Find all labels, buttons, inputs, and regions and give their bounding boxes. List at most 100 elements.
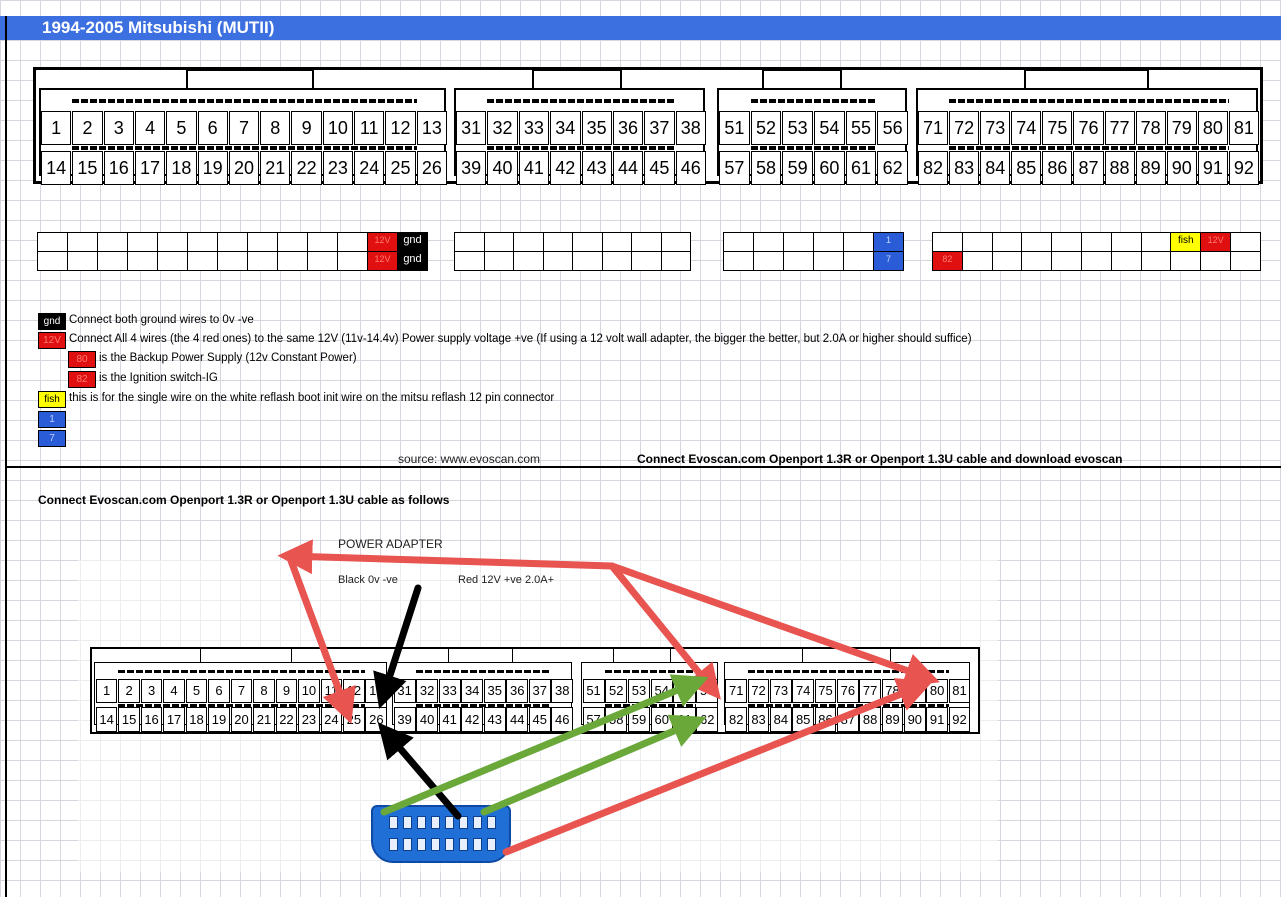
- pin-label: 9: [282, 683, 291, 699]
- pin-label: 76: [840, 683, 856, 699]
- pin-label: 59: [787, 157, 808, 178]
- grid-2-r2-c8: [660, 251, 691, 271]
- pin-label: 20: [233, 157, 254, 178]
- pin-label: 46: [555, 712, 570, 727]
- top-pin-1: 1: [41, 111, 72, 145]
- grid-3-r1-c4: [813, 232, 844, 252]
- bot-pin-51: 51: [582, 678, 605, 703]
- grid-2-r2-c6: [601, 251, 632, 271]
- pin-label: 44: [510, 712, 525, 727]
- top-pin-24: 24: [354, 151, 385, 185]
- pin-label: 77: [862, 683, 878, 699]
- pin-label: 35: [487, 683, 502, 699]
- black-wire-label: Black 0v -ve: [338, 574, 398, 586]
- pin-label: 10: [301, 683, 317, 699]
- top-pin-92: 92: [1228, 151, 1259, 185]
- obd-pin: [445, 816, 454, 829]
- grid-4-r2-c4: [1021, 251, 1053, 271]
- pin-label: 22: [279, 712, 294, 727]
- pin-label: 82: [728, 712, 744, 727]
- top-pin-72: 72: [949, 111, 980, 145]
- pin-label: 32: [492, 117, 513, 138]
- grid-1-r1-c1: [37, 232, 68, 252]
- pin-label: 5: [192, 683, 201, 699]
- bot-key-2: [416, 669, 552, 673]
- grid-1-r1-c7: [217, 232, 248, 252]
- top-pin-56: 56: [877, 111, 908, 145]
- top-key-2: [487, 99, 676, 103]
- bot-pin-40: 40: [416, 707, 439, 732]
- grid-cell-label: 82: [942, 254, 953, 264]
- grid-2-r1-c2: [483, 232, 514, 252]
- pin-label: 3: [113, 117, 124, 138]
- top-pin-43: 43: [581, 151, 612, 185]
- bot-pin-11: 11: [320, 678, 343, 703]
- pin-label: 12: [346, 683, 362, 699]
- top-pin-15: 15: [72, 151, 103, 185]
- grid-cell-label: 12V: [374, 254, 391, 264]
- top-pin-36: 36: [612, 111, 644, 145]
- pin-label: 40: [492, 157, 513, 178]
- pin-label: 25: [346, 712, 362, 727]
- bot-pin-85: 85: [792, 707, 814, 732]
- grid-2-r1-c3: [513, 232, 544, 252]
- pin-label: 62: [699, 712, 715, 727]
- pin-label: 72: [954, 117, 975, 138]
- grid-4-r1-c1: [932, 232, 963, 252]
- top-pin-80: 80: [1197, 111, 1228, 145]
- grid-2-r2-c1: [454, 251, 485, 271]
- legend-80-swatch: 80: [68, 351, 96, 368]
- pin-label: 18: [171, 157, 192, 178]
- bot-pin-84: 84: [770, 707, 792, 732]
- grid-4-r1-c2: [961, 232, 993, 252]
- legend-fish-swatch: fish: [38, 391, 66, 408]
- top-key-mid-4: [949, 146, 1229, 150]
- pin-label: 45: [532, 712, 547, 727]
- top-pin-34: 34: [550, 111, 581, 145]
- top-pin-77: 77: [1104, 111, 1135, 145]
- top-pin-54: 54: [814, 111, 845, 145]
- pin-label: 1: [102, 683, 111, 699]
- top-pin-59: 59: [782, 151, 813, 185]
- bot-pin-36: 36: [506, 678, 529, 703]
- pin-label: 85: [795, 712, 811, 727]
- bot-pin-18: 18: [185, 707, 208, 732]
- bot-pin-80: 80: [926, 678, 948, 703]
- top-pin-6: 6: [197, 111, 228, 145]
- top-pin-21: 21: [260, 151, 291, 185]
- pin-label: 56: [699, 683, 715, 699]
- grid-1-r1-c3: [97, 232, 128, 252]
- pin-label: 52: [609, 683, 624, 699]
- pin-label: 42: [464, 712, 480, 727]
- top-key-4: [949, 99, 1229, 103]
- pin-label: 6: [207, 117, 218, 138]
- grid-1-r2-c10: [307, 251, 338, 271]
- bot-pin-44: 44: [506, 707, 529, 732]
- pin-label: 1: [51, 117, 62, 138]
- bot-key-1: [118, 669, 366, 673]
- bot-pin-45: 45: [528, 707, 551, 732]
- top-pin-51: 51: [719, 111, 750, 145]
- bot-pin-33: 33: [438, 678, 461, 703]
- pin-label: 88: [1109, 157, 1130, 178]
- top-pin-9: 9: [291, 111, 322, 145]
- bot-pin-37: 37: [528, 678, 551, 703]
- bot-key-mid-1: [118, 703, 366, 707]
- top-pin-73: 73: [980, 111, 1011, 145]
- pin-label: 43: [586, 157, 607, 178]
- legend-gnd-text: Connect both ground wires to 0v -ve: [69, 314, 254, 326]
- top-key-mid-3: [750, 146, 878, 150]
- bot-pin-59: 59: [628, 707, 651, 732]
- top-pin-40: 40: [487, 151, 518, 185]
- grid-1-r1-c11: [337, 232, 368, 252]
- bot-key-mid-4: [747, 703, 949, 707]
- obd-pin: [417, 816, 426, 829]
- pin-label: 87: [840, 712, 856, 727]
- pin-label: 13: [369, 683, 384, 699]
- grid-2-r2-c4: [542, 251, 573, 271]
- pin-label: 55: [850, 117, 871, 138]
- pin-label: 16: [108, 157, 129, 178]
- pin-label: 86: [1047, 157, 1068, 178]
- grid-1-r2-c13: gnd: [397, 251, 428, 271]
- bot-pin-16: 16: [140, 707, 163, 732]
